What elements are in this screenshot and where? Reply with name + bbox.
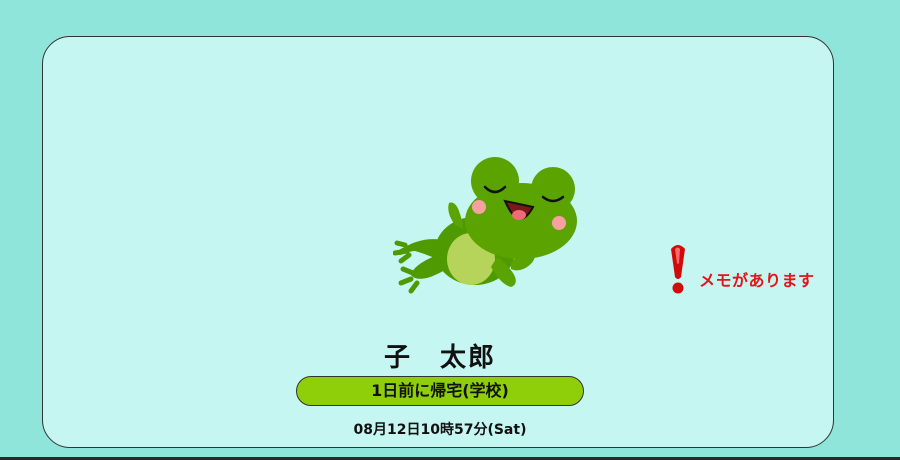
status-badge: 1日前に帰宅(学校) <box>296 376 584 406</box>
child-card[interactable]: メモがあります 子 太郎 1日前に帰宅(学校) 08月12日10時57分(Sat… <box>42 36 834 448</box>
timestamp: 08月12日10時57分(Sat) <box>353 422 527 438</box>
memo-indicator[interactable]: メモがあります <box>667 243 815 295</box>
frog-icon <box>393 157 577 294</box>
memo-label: メモがあります <box>699 271 815 290</box>
child-name: 子 太郎 <box>383 343 496 373</box>
exclamation-icon <box>671 245 685 294</box>
